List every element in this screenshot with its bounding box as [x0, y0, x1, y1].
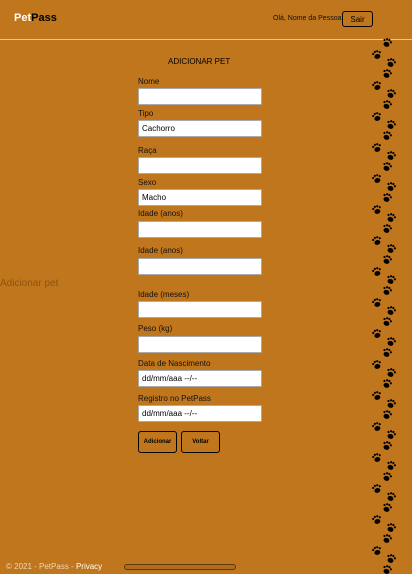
- paw-icon: [383, 193, 392, 202]
- paw-icon: [387, 89, 396, 98]
- paw-icon: [372, 298, 381, 307]
- age-months-input[interactable]: [138, 301, 262, 318]
- paw-icon: [387, 151, 396, 160]
- paw-icon: [372, 112, 381, 121]
- paw-icon: [383, 379, 392, 388]
- paw-icon: [383, 255, 392, 264]
- paw-icon: [383, 348, 392, 357]
- paw-icon: [372, 515, 381, 524]
- form-title: ADICIONAR PET: [168, 57, 231, 66]
- paw-icon: [372, 546, 381, 555]
- paw-pattern: [372, 38, 396, 574]
- horizontal-scrollbar[interactable]: [124, 564, 236, 570]
- paw-icon: [387, 306, 396, 315]
- paw-icon: [372, 267, 381, 276]
- paw-icon: [387, 213, 396, 222]
- paw-icon: [372, 143, 381, 152]
- paw-icon: [383, 410, 392, 419]
- paw-icon: [383, 38, 392, 47]
- paw-icon: [372, 174, 381, 183]
- paw-icon: [372, 329, 381, 338]
- breed-input[interactable]: [138, 157, 262, 174]
- brand-text-pass: Pass: [31, 12, 57, 24]
- paw-icon: [387, 523, 396, 532]
- page-heading-side: Adicionar pet: [0, 278, 59, 289]
- user-greeting: Olá, Nome da Pessoa: [273, 15, 342, 22]
- weight-label: Peso (kg): [138, 324, 173, 333]
- copyright-text: © 2021 - PetPass -: [6, 562, 76, 571]
- brand-text-pet: Pet: [14, 12, 32, 24]
- paw-icon: [387, 430, 396, 439]
- paw-icon: [383, 131, 392, 140]
- age-years-label: Idade (anos): [138, 209, 183, 218]
- paw-icon: [387, 120, 396, 129]
- paw-icon: [383, 565, 392, 574]
- sex-input[interactable]: [138, 189, 262, 206]
- brand-logo[interactable]: PetPass: [14, 12, 57, 24]
- paw-icon: [383, 100, 392, 109]
- registry-date-label: Registro no PetPass: [138, 394, 211, 403]
- birth-date-input[interactable]: [138, 370, 262, 387]
- paw-icon: [387, 554, 396, 563]
- paw-icon: [372, 391, 381, 400]
- paw-icon: [383, 286, 392, 295]
- paw-icon: [387, 275, 396, 284]
- birth-date-label: Data de Nascimento: [138, 359, 211, 368]
- age-years-label-2: Idade (anos): [138, 246, 183, 255]
- paw-icon: [383, 162, 392, 171]
- privacy-link[interactable]: Privacy: [76, 562, 102, 571]
- age-months-label: Idade (meses): [138, 290, 190, 299]
- paw-icon: [387, 244, 396, 253]
- registry-date-input[interactable]: [138, 405, 262, 422]
- paw-icon: [372, 50, 381, 59]
- add-pet-button[interactable]: Adicionar: [138, 431, 177, 453]
- paw-icon: [372, 81, 381, 90]
- paw-icon: [372, 453, 381, 462]
- name-label: Nome: [138, 77, 160, 86]
- paw-icon: [387, 399, 396, 408]
- paw-icon: [387, 337, 396, 346]
- paw-icon: [383, 69, 392, 78]
- paw-icon: [387, 368, 396, 377]
- paw-icon: [383, 441, 392, 450]
- name-input[interactable]: [138, 88, 262, 105]
- navbar: PetPass Olá, Nome da Pessoa Sair: [0, 0, 412, 40]
- paw-icon: [383, 317, 392, 326]
- paw-icon: [387, 182, 396, 191]
- paw-icon: [372, 360, 381, 369]
- sex-label: Sexo: [138, 178, 157, 187]
- type-input[interactable]: [138, 120, 262, 137]
- type-label: Tipo: [138, 109, 154, 118]
- paw-icon: [372, 422, 381, 431]
- footer: © 2021 - PetPass - Privacy: [6, 562, 102, 571]
- paw-icon: [387, 492, 396, 501]
- paw-icon: [383, 534, 392, 543]
- paw-icon: [383, 503, 392, 512]
- paw-icon: [387, 58, 396, 67]
- paw-icon: [372, 484, 381, 493]
- paw-icon: [383, 224, 392, 233]
- paw-icon: [372, 236, 381, 245]
- back-button[interactable]: Voltar: [181, 431, 220, 453]
- paw-icon: [383, 472, 392, 481]
- paw-icon: [387, 461, 396, 470]
- age-years-input-2[interactable]: [138, 258, 262, 275]
- logout-button[interactable]: Sair: [342, 11, 373, 27]
- paw-icon: [372, 205, 381, 214]
- weight-input[interactable]: [138, 336, 262, 353]
- breed-label: Raça: [138, 146, 157, 155]
- age-years-input[interactable]: [138, 221, 262, 238]
